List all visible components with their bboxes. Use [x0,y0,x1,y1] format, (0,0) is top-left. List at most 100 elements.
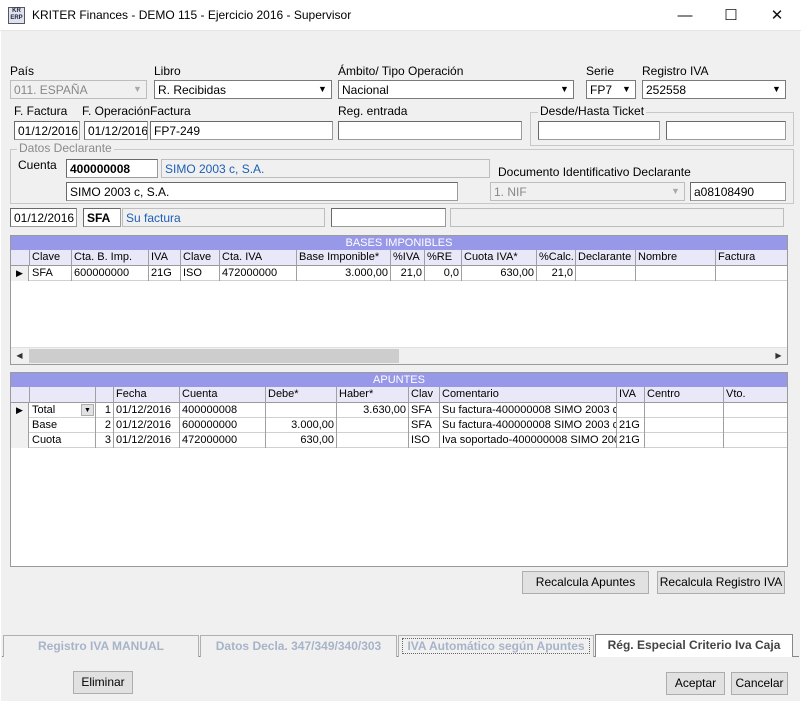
serie-select[interactable]: FP7 ▼ [586,80,636,99]
registro-iva-select[interactable]: 252558 ▼ [642,80,786,99]
apuntes-cell-haber[interactable] [337,418,409,433]
chevron-down-icon[interactable]: ▼ [556,81,573,98]
apuntes-cell-iva[interactable]: 21G [617,418,645,433]
ticket-hasta-input[interactable] [666,121,786,140]
pais-select[interactable]: 011. ESPAÑA ▼ [10,80,147,99]
apuntes-cell-centro[interactable] [645,403,724,418]
bases-cell-cta-base[interactable]: 600000000 [72,266,149,281]
apuntes-cell-comentario[interactable]: Iva soportado-400000008 SIMO 200 [440,433,617,448]
apuntes-cell-cuenta[interactable]: 472000000 [180,433,266,448]
aceptar-button[interactable]: Aceptar [666,672,725,695]
apuntes-cell-cuenta[interactable]: 400000008 [180,403,266,418]
ticket-desde-input[interactable] [538,121,660,140]
apuntes-cell-debe[interactable] [266,403,337,418]
apuntes-cell-cuenta[interactable]: 600000000 [180,418,266,433]
apuntes-header-fecha[interactable]: Fecha [114,387,180,403]
scroll-right-icon[interactable]: ▶ [770,348,787,364]
apuntes-cell-tipo[interactable]: Base [30,418,96,433]
apuntes-cell-haber[interactable] [337,433,409,448]
recalcula-apuntes-button[interactable]: Recalcula Apuntes [522,571,649,594]
bases-header-cuota[interactable]: Cuota IVA* [462,250,537,266]
bases-horizontal-scrollbar[interactable]: ◀ ▶ [11,347,787,364]
cancelar-button[interactable]: Cancelar [731,672,788,695]
scroll-left-icon[interactable]: ◀ [11,348,28,364]
apuntes-cell-debe[interactable]: 630,00 [266,433,337,448]
apuntes-cell-haber[interactable]: 3.630,00 [337,403,409,418]
bases-cell-declarante[interactable] [576,266,636,281]
apuntes-header-vto[interactable]: Vto. [724,387,787,403]
chevron-down-icon[interactable]: ▼ [81,404,94,416]
bases-header-clave[interactable]: Clave [30,250,72,266]
apuntes-cell-comentario[interactable]: Su factura-400000008 SIMO 2003 c [440,403,617,418]
bases-cell-cta-iva[interactable]: 472000000 [220,266,297,281]
doc-numero-input[interactable]: a08108490 [690,182,786,201]
chevron-down-icon[interactable]: ▼ [667,183,684,200]
chevron-down-icon[interactable]: ▼ [129,81,146,98]
apuntes-header-centro[interactable]: Centro [645,387,724,403]
table-row[interactable]: ▶ Total ▼ 1 01/12/2016 400000008 3.630,0… [11,403,787,418]
apuntes-header-tipo[interactable] [30,387,96,403]
fecha-factura-input[interactable]: 01/12/2016 [14,121,80,140]
bases-cell-pct-iva[interactable]: 21,0 [391,266,425,281]
bases-scroll-thumb[interactable] [29,349,399,363]
factura-input[interactable]: FP7-249 [150,121,333,140]
bases-cell-clave2[interactable]: ISO [181,266,220,281]
apuntes-header-num[interactable] [96,387,114,403]
bases-cell-cuota[interactable]: 630,00 [462,266,537,281]
chevron-down-icon[interactable]: ▼ [768,81,785,98]
tab-datos-decla[interactable]: Datos Decla. 347/349/340/303 [200,635,397,657]
reg-entrada-input[interactable] [338,121,522,140]
apuntes-cell-clav[interactable]: SFA [409,403,440,418]
doc-tipo-select[interactable]: 1. NIF ▼ [490,182,685,201]
bases-cell-pct-calc[interactable]: 21,0 [537,266,576,281]
apuntes-cell-fecha[interactable]: 01/12/2016 [114,403,180,418]
apuntes-cell-vto[interactable] [724,433,787,448]
apuntes-cell-tipo[interactable]: Cuota [30,433,96,448]
chevron-down-icon[interactable]: ▼ [314,81,331,98]
tab-iva-automatico[interactable]: IVA Automático según Apuntes [398,635,594,657]
bases-cell-pct-re[interactable]: 0,0 [425,266,462,281]
apuntes-cell-centro[interactable] [645,418,724,433]
apuntes-cell-vto[interactable] [724,418,787,433]
ambito-select[interactable]: Nacional ▼ [338,80,574,99]
table-row[interactable]: Base 2 01/12/2016 600000000 3.000,00 SFA… [11,418,787,433]
bases-header-cta-base[interactable]: Cta. B. Imp. [72,250,149,266]
apuntes-cell-fecha[interactable]: 01/12/2016 [114,433,180,448]
apuntes-header-cuenta[interactable]: Cuenta [180,387,266,403]
table-row[interactable]: Cuota 3 01/12/2016 472000000 630,00 ISO … [11,433,787,448]
apuntes-header-comentario[interactable]: Comentario [440,387,617,403]
fecha-operacion-input[interactable]: 01/12/2016 [84,121,148,140]
cuenta-input[interactable]: 400000008 [66,159,158,178]
bases-header-factura[interactable]: Factura [716,250,787,266]
bases-header-declarante[interactable]: Declarante [576,250,636,266]
tab-reg-especial-iva-caja[interactable]: Rég. Especial Criterio Iva Caja [595,634,793,657]
bases-header-clave2[interactable]: Clave [181,250,220,266]
bases-header-pct-calc[interactable]: %Calc. [537,250,576,266]
bases-header-base[interactable]: Base Imponible* [297,250,391,266]
apuntes-cell-iva[interactable]: 21G [617,433,645,448]
apuntes-cell-clav[interactable]: ISO [409,433,440,448]
apuntes-cell-debe[interactable]: 3.000,00 [266,418,337,433]
bases-cell-factura[interactable] [716,266,787,281]
apuntes-cell-centro[interactable] [645,433,724,448]
apuntes-header-haber[interactable]: Haber* [337,387,409,403]
bases-header-pct-iva[interactable]: %IVA [391,250,425,266]
bases-header-pct-re[interactable]: %RE [425,250,462,266]
bases-header-iva[interactable]: IVA [149,250,181,266]
eliminar-button[interactable]: Eliminar [73,671,133,694]
libro-select[interactable]: R. Recibidas ▼ [154,80,332,99]
bases-header-cta-iva[interactable]: Cta. IVA [220,250,297,266]
minimize-button[interactable]: — [662,0,708,31]
tab-registro-iva-manual[interactable]: Registro IVA MANUAL [3,635,199,657]
apuntes-cell-fecha[interactable]: 01/12/2016 [114,418,180,433]
bases-cell-base[interactable]: 3.000,00 [297,266,391,281]
chevron-down-icon[interactable]: ▼ [618,81,635,98]
apuntes-cell-iva[interactable] [617,403,645,418]
apuntes-header-debe[interactable]: Debe* [266,387,337,403]
declarante-nombre-input[interactable]: SIMO 2003 c, S.A. [66,182,458,201]
apuntes-header-iva[interactable]: IVA [617,387,645,403]
apuntes-cell-clav[interactable]: SFA [409,418,440,433]
table-row[interactable]: ▶ SFA 600000000 21G ISO 472000000 3.000,… [11,266,787,281]
apuntes-cell-vto[interactable] [724,403,787,418]
close-button[interactable]: ✕ [754,0,800,31]
